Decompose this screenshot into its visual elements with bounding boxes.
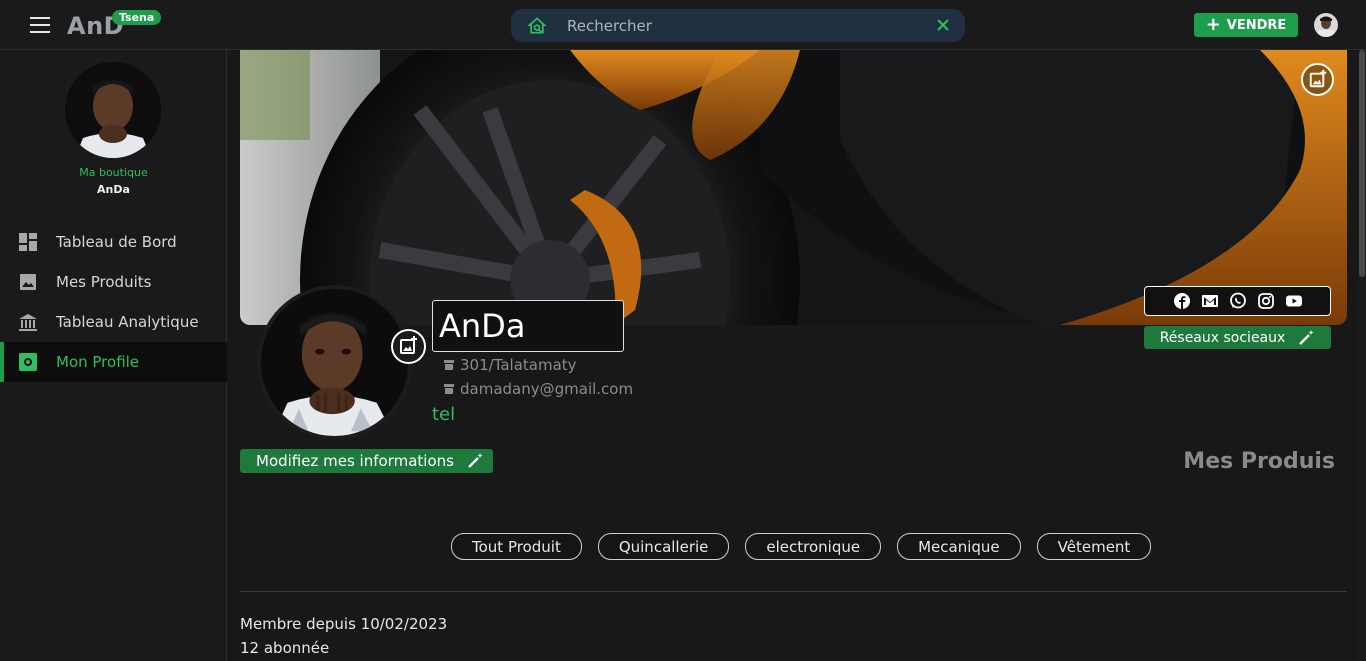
scrollbar-thumb[interactable]: [1359, 50, 1365, 277]
sidebar: Ma boutique AnDa Tableau de Bord Mes Pro…: [0, 50, 227, 661]
search-bar: [511, 9, 965, 42]
cover-image: [240, 50, 1347, 325]
youtube-icon[interactable]: [1285, 292, 1303, 310]
store-icon: [444, 384, 454, 394]
sidebar-item-label: Tableau Analytique: [56, 313, 199, 331]
sidebar-item-dashboard[interactable]: Tableau de Bord: [0, 222, 227, 262]
search-input[interactable]: [567, 15, 927, 37]
category-chip-mechanics[interactable]: Mecanique: [897, 533, 1021, 560]
email-line: damadany@gmail.com: [443, 380, 633, 398]
top-bar: AnDa Tsena + VENDRE: [0, 0, 1366, 50]
sidebar-item-analytics[interactable]: Tableau Analytique: [0, 302, 227, 342]
address-text: 301/Talatamaty: [460, 356, 577, 374]
bank-icon: [19, 314, 37, 331]
gmail-icon[interactable]: [1201, 292, 1219, 310]
store-icon: [444, 360, 454, 370]
dashboard-icon: [19, 233, 37, 251]
image-icon: [20, 274, 36, 290]
plus-icon: +: [1205, 14, 1221, 35]
instagram-icon[interactable]: [1257, 292, 1275, 310]
products-title: Mes Produis: [1183, 449, 1335, 474]
shop-avatar: [65, 62, 161, 158]
avatar[interactable]: [1314, 13, 1338, 37]
whatsapp-icon[interactable]: [1229, 292, 1247, 310]
category-chip-electronics[interactable]: electronique: [745, 533, 882, 560]
add-photo-icon: [1309, 69, 1327, 88]
follower-count: 12 abonnée: [240, 639, 330, 657]
edit-info-label: Modifiez mes informations: [256, 452, 454, 470]
magic-wand-icon: [1299, 329, 1314, 345]
sidebar-item-label: Mon Profile: [56, 353, 140, 371]
category-filters: Tout Produit Quincallerie electronique M…: [451, 533, 1152, 560]
home-search-icon[interactable]: [527, 16, 547, 36]
magic-wand-icon: [468, 453, 483, 468]
email-text: damadany@gmail.com: [460, 380, 634, 398]
shop-name: AnDa: [97, 183, 130, 196]
edit-socials-button[interactable]: Réseaux socieaux: [1144, 326, 1331, 349]
social-links: [1144, 286, 1331, 316]
category-chip-clothing[interactable]: Vêtement: [1036, 533, 1152, 560]
sell-button[interactable]: + VENDRE: [1194, 13, 1298, 37]
cover-edit-button[interactable]: [1301, 63, 1334, 96]
photo-edit-button[interactable]: [391, 329, 426, 364]
category-chip-all[interactable]: Tout Produit: [451, 533, 582, 560]
sidebar-item-products[interactable]: Mes Produits: [0, 262, 227, 302]
profile-name-field[interactable]: AnDa: [432, 300, 624, 352]
address-line: 301/Talatamaty: [443, 356, 577, 374]
sidebar-item-label: Mes Produits: [56, 273, 152, 291]
scrollbar[interactable]: [1358, 50, 1366, 661]
edit-info-button[interactable]: Modifiez mes informations: [240, 449, 493, 473]
member-since: Membre depuis 10/02/2023: [240, 615, 448, 633]
sell-label: VENDRE: [1226, 17, 1287, 33]
hamburger-menu-icon[interactable]: [30, 17, 50, 33]
logo-badge: Tsena: [112, 10, 162, 25]
settings-icon: [19, 353, 37, 371]
socials-label: Réseaux socieaux: [1159, 329, 1286, 346]
facebook-icon[interactable]: [1173, 292, 1191, 310]
sidebar-item-label: Tableau de Bord: [56, 233, 177, 251]
add-photo-icon: [400, 336, 417, 354]
phone-text: tel: [432, 404, 456, 425]
shop-label: Ma boutique: [79, 166, 148, 179]
profile-photo: [257, 285, 412, 440]
close-icon[interactable]: [935, 17, 951, 33]
divider: [240, 591, 1347, 592]
sidebar-item-profile[interactable]: Mon Profile: [0, 342, 227, 382]
category-chip-hardware[interactable]: Quincallerie: [597, 533, 730, 560]
